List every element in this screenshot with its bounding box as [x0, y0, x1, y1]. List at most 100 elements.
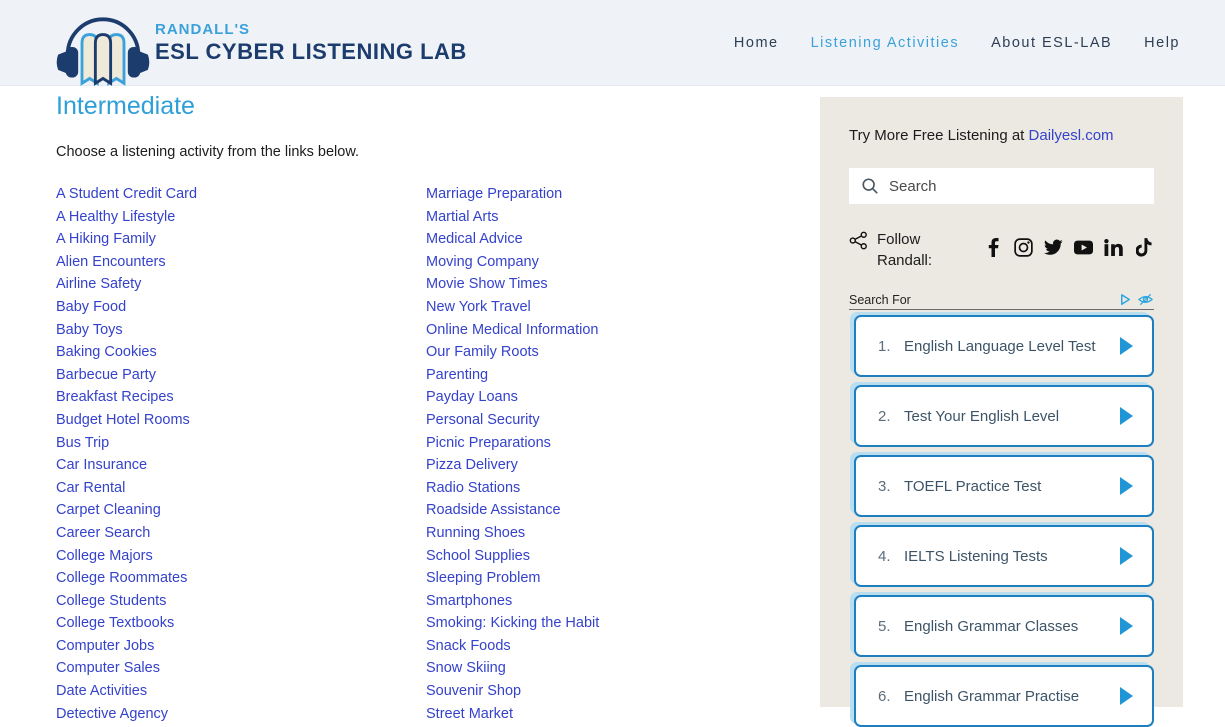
nav-item-help[interactable]: Help — [1144, 35, 1180, 51]
activity-link[interactable]: Payday Loans — [426, 386, 796, 409]
activity-links: A Student Credit CardA Healthy Lifestyle… — [56, 183, 796, 725]
ad-item-label: English Language Level Test — [904, 338, 1096, 355]
activity-link[interactable]: Street Market — [426, 703, 796, 726]
ad-item-number: 2. — [878, 408, 904, 425]
ad-item-1[interactable]: 1.English Language Level Test — [854, 315, 1154, 377]
follow-label: Follow Randall: — [849, 229, 948, 271]
activity-link[interactable]: Smartphones — [426, 590, 796, 613]
activity-link[interactable]: A Hiking Family — [56, 228, 426, 251]
activity-link[interactable]: Bus Trip — [56, 432, 426, 455]
share-icon — [849, 231, 868, 250]
activity-link[interactable]: Moving Company — [426, 251, 796, 274]
activity-link[interactable]: Our Family Roots — [426, 341, 796, 364]
activity-link[interactable]: Carpet Cleaning — [56, 499, 426, 522]
ad-item-label: Test Your English Level — [904, 408, 1059, 425]
chevron-right-icon — [1119, 687, 1134, 705]
activity-link[interactable]: New York Travel — [426, 296, 796, 319]
activity-link[interactable]: College Textbooks — [56, 612, 426, 635]
ad-item-label: TOEFL Practice Test — [904, 478, 1041, 495]
logo-top-line: RANDALL'S — [155, 21, 467, 38]
activity-link[interactable]: Detective Agency — [56, 703, 426, 726]
activity-link[interactable]: Souvenir Shop — [426, 680, 796, 703]
activity-link[interactable]: Car Insurance — [56, 454, 426, 477]
ad-item-number: 1. — [878, 338, 904, 355]
follow-text: Follow Randall: — [877, 229, 939, 271]
search-icon — [861, 177, 879, 195]
nav-item-about-esl-lab[interactable]: About ESL-LAB — [991, 35, 1112, 51]
promo-text: Try More Free Listening at Dailyesl.com — [849, 127, 1153, 144]
follow-section: Follow Randall: — [849, 229, 1153, 271]
chevron-right-icon — [1119, 547, 1134, 565]
activity-link[interactable]: College Students — [56, 590, 426, 613]
activity-link[interactable]: Computer Jobs — [56, 635, 426, 658]
nav-item-home[interactable]: Home — [734, 35, 779, 51]
activity-link[interactable]: Computer Sales — [56, 657, 426, 680]
activity-link[interactable]: Movie Show Times — [426, 273, 796, 296]
linkedin-icon[interactable] — [1104, 238, 1123, 257]
activity-link[interactable]: Marriage Preparation — [426, 183, 796, 206]
main-nav: Home Listening Activities About ESL-LAB Hel… — [734, 35, 1180, 51]
ad-item-label: English Grammar Classes — [904, 618, 1078, 635]
activity-link[interactable]: Radio Stations — [426, 477, 796, 500]
activity-link[interactable]: Picnic Preparations — [426, 432, 796, 455]
activity-link[interactable]: A Student Credit Card — [56, 183, 426, 206]
adchoices-icon[interactable] — [1118, 292, 1133, 307]
activity-link[interactable]: Career Search — [56, 522, 426, 545]
ad-item-3[interactable]: 3.TOEFL Practice Test — [854, 455, 1154, 517]
activity-link[interactable]: Medical Advice — [426, 228, 796, 251]
site-logo[interactable]: RANDALL'S ESL CYBER LISTENING LAB — [55, 0, 467, 89]
chevron-right-icon — [1119, 407, 1134, 425]
activity-link[interactable]: Date Activities — [56, 680, 426, 703]
intro-text: Choose a listening activity from the lin… — [56, 144, 796, 160]
logo-bottom-line: ESL CYBER LISTENING LAB — [155, 39, 467, 65]
links-column-2: Marriage PreparationMartial ArtsMedical … — [426, 183, 796, 725]
activity-link[interactable]: Budget Hotel Rooms — [56, 409, 426, 432]
ad-item-number: 6. — [878, 688, 904, 705]
facebook-icon[interactable] — [984, 238, 1003, 257]
activity-link[interactable]: Smoking: Kicking the Habit — [426, 612, 796, 635]
activity-link[interactable]: Parenting — [426, 364, 796, 387]
nav-item-listening-activities[interactable]: Listening Activities — [811, 35, 959, 51]
ad-items: 1.English Language Level Test 2.Test Your… — [849, 315, 1154, 727]
ad-item-2[interactable]: 2.Test Your English Level — [854, 385, 1154, 447]
activity-link[interactable]: Barbecue Party — [56, 364, 426, 387]
activity-link[interactable]: Baby Toys — [56, 319, 426, 342]
activity-link[interactable]: Alien Encounters — [56, 251, 426, 274]
activity-link[interactable]: College Roommates — [56, 567, 426, 590]
activity-link[interactable]: A Healthy Lifestyle — [56, 206, 426, 229]
youtube-icon[interactable] — [1074, 238, 1093, 257]
dailyesl-link[interactable]: Dailyesl.com — [1029, 127, 1114, 144]
activity-link[interactable]: Airline Safety — [56, 273, 426, 296]
ad-item-label: English Grammar Practise — [904, 688, 1079, 705]
activity-link[interactable]: Roadside Assistance — [426, 499, 796, 522]
search-box[interactable] — [849, 168, 1154, 204]
ad-item-4[interactable]: 4.IELTS Listening Tests — [854, 525, 1154, 587]
ad-item-6[interactable]: 6.English Grammar Practise — [854, 665, 1154, 727]
activity-link[interactable]: Breakfast Recipes — [56, 386, 426, 409]
ad-item-number: 5. — [878, 618, 904, 635]
ad-item-number: 3. — [878, 478, 904, 495]
page-title: Intermediate — [56, 92, 796, 121]
activity-link[interactable]: Car Rental — [56, 477, 426, 500]
ad-item-5[interactable]: 5.English Grammar Classes — [854, 595, 1154, 657]
activity-link[interactable]: Baby Food — [56, 296, 426, 319]
activity-link[interactable]: Online Medical Information — [426, 319, 796, 342]
ad-unit: Search For 1.English Language Level Test… — [849, 293, 1154, 727]
ad-close-eye-icon[interactable] — [1137, 292, 1154, 307]
activity-link[interactable]: Baking Cookies — [56, 341, 426, 364]
activity-link[interactable]: Snack Foods — [426, 635, 796, 658]
activity-link[interactable]: Sleeping Problem — [426, 567, 796, 590]
activity-link[interactable]: School Supplies — [426, 545, 796, 568]
logo-text: RANDALL'S ESL CYBER LISTENING LAB — [155, 21, 467, 65]
activity-link[interactable]: Martial Arts — [426, 206, 796, 229]
activity-link[interactable]: Snow Skiing — [426, 657, 796, 680]
activity-link[interactable]: Running Shoes — [426, 522, 796, 545]
twitter-icon[interactable] — [1044, 238, 1063, 257]
promo-label: Try More Free Listening at — [849, 127, 1029, 144]
search-input[interactable] — [889, 178, 1129, 195]
activity-link[interactable]: Pizza Delivery — [426, 454, 796, 477]
activity-link[interactable]: Personal Security — [426, 409, 796, 432]
instagram-icon[interactable] — [1014, 238, 1033, 257]
tiktok-icon[interactable] — [1134, 238, 1153, 257]
activity-link[interactable]: College Majors — [56, 545, 426, 568]
